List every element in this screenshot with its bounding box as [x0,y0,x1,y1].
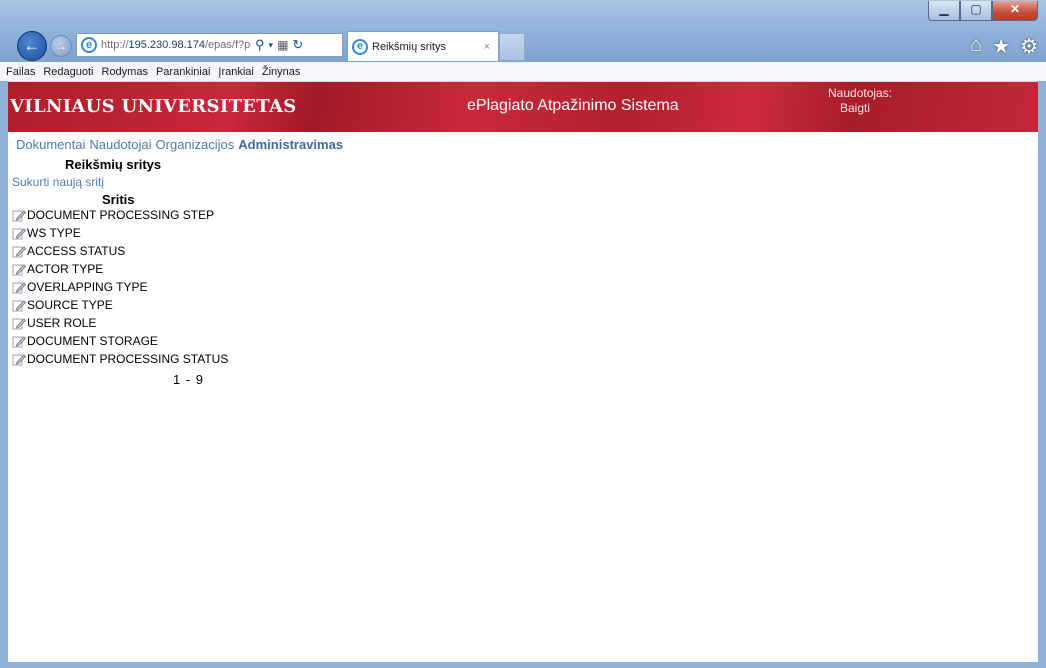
area-name: USER ROLE [27,316,97,330]
tab-active[interactable]: e Reikšmių sritys × [347,31,499,61]
edit-pencil-icon[interactable] [12,208,26,222]
area-name: ACCESS STATUS [27,244,126,258]
nav-administration[interactable]: Administravimas [238,137,343,152]
menu-favorites[interactable]: Parankiniai [152,66,214,78]
forward-button[interactable]: → [50,35,72,57]
dropdown-arrow-icon[interactable]: ▾ [269,40,274,51]
area-name: DOCUMENT PROCESSING STEP [27,208,215,222]
table-row: DOCUMENT PROCESSING STEP [12,206,228,224]
table-row: DOCUMENT STORAGE [12,332,228,350]
menu-edit[interactable]: Redaguoti [39,66,97,78]
edit-pencil-icon[interactable] [12,298,26,312]
table-row: WS TYPE [12,224,228,242]
table-row: USER ROLE [12,314,228,332]
areas-list: DOCUMENT PROCESSING STEP WS TYPE ACCESS ST… [12,206,228,368]
tab-title: Reikšmių sritys [372,40,446,53]
url-text[interactable]: http://195.230.98.174/epas/f?p= [101,39,251,51]
window-controls: ▁ ▢ ✕ [928,1,1038,21]
search-icon[interactable]: ⚲ [255,37,265,53]
nav-users[interactable]: Naudotojai [89,137,151,152]
back-button[interactable]: ← [17,31,47,61]
edit-pencil-icon[interactable] [12,334,26,348]
area-name: ACTOR TYPE [27,262,104,276]
table-row: ACTOR TYPE [12,260,228,278]
area-name: WS TYPE [27,226,81,240]
refresh-icon[interactable]: ↻ [292,37,303,53]
title-bar: ▁ ▢ ✕ ← → e http://195.230.98.174/epas/f… [0,0,1046,63]
brand-title: VILNIAUS UNIVERSITETAS [10,96,297,117]
user-label: Naudotojas: [828,86,893,100]
menu-tools[interactable]: Įrankiai [214,66,257,78]
maximize-button[interactable]: ▢ [960,1,992,21]
logout-link[interactable]: Baigti [840,101,870,115]
edit-pencil-icon[interactable] [12,316,26,330]
area-name: SOURCE TYPE [27,298,113,312]
window-frame-bottom [0,662,1046,668]
menu-bar: Failas Redaguoti Rodymas Parankiniai Įra… [0,62,1046,82]
edit-pencil-icon[interactable] [12,226,26,240]
compatibility-view-icon[interactable]: ▦ [277,38,288,52]
ie-icon: e [81,37,97,53]
menu-help[interactable]: Žinynas [258,66,305,78]
table-row: OVERLAPPING TYPE [12,278,228,296]
ie-icon: e [352,38,368,55]
nav-documents[interactable]: Dokumentai [16,137,85,152]
area-name: DOCUMENT STORAGE [27,334,158,348]
star-icon[interactable]: ★ [992,34,1010,59]
table-row: SOURCE TYPE [12,296,228,314]
edit-pencil-icon[interactable] [12,244,26,258]
nav-organizations[interactable]: Organizacijos [156,137,235,152]
close-window-button[interactable]: ✕ [992,1,1038,21]
create-area-link[interactable]: Sukurti naują sritį [12,175,104,189]
area-name: OVERLAPPING TYPE [27,280,148,294]
menu-file[interactable]: Failas [0,66,39,78]
tab-close-icon[interactable]: × [484,41,490,53]
browser-toolbar-icons: ⌂ ★ ⚙ [970,34,1038,59]
window-frame-left [0,81,8,668]
site-header: VILNIAUS UNIVERSITETAS ePlagiato Atpažin… [8,82,1038,132]
edit-pencil-icon[interactable] [12,280,26,294]
column-header-sritis: Sritis [102,192,135,207]
page-title: Reikšmių sritys [65,157,162,172]
system-name: ePlagiato Atpažinimo Sistema [467,97,679,114]
edit-pencil-icon[interactable] [12,352,26,366]
window-frame-right [1038,81,1046,668]
table-row: DOCUMENT PROCESSING STATUS [12,350,228,368]
area-name: DOCUMENT PROCESSING STATUS [27,352,229,366]
new-tab-button[interactable] [499,33,525,61]
edit-pencil-icon[interactable] [12,262,26,276]
home-icon[interactable]: ⌂ [970,34,982,59]
address-bar[interactable]: e http://195.230.98.174/epas/f?p= ⚲ ▾ ▦ … [76,33,343,57]
browser-window: ▁ ▢ ✕ ← → e http://195.230.98.174/epas/f… [0,0,1046,668]
web-page: VILNIAUS UNIVERSITETAS ePlagiato Atpažin… [8,82,1038,662]
table-row: ACCESS STATUS [12,242,228,260]
main-nav: Dokumentai Naudotojai Organizacijos Admi… [16,137,343,152]
pagination-range: 1 - 9 [173,372,205,387]
gear-icon[interactable]: ⚙ [1020,34,1038,59]
minimize-button[interactable]: ▁ [928,1,960,21]
menu-view[interactable]: Rodymas [98,66,152,78]
